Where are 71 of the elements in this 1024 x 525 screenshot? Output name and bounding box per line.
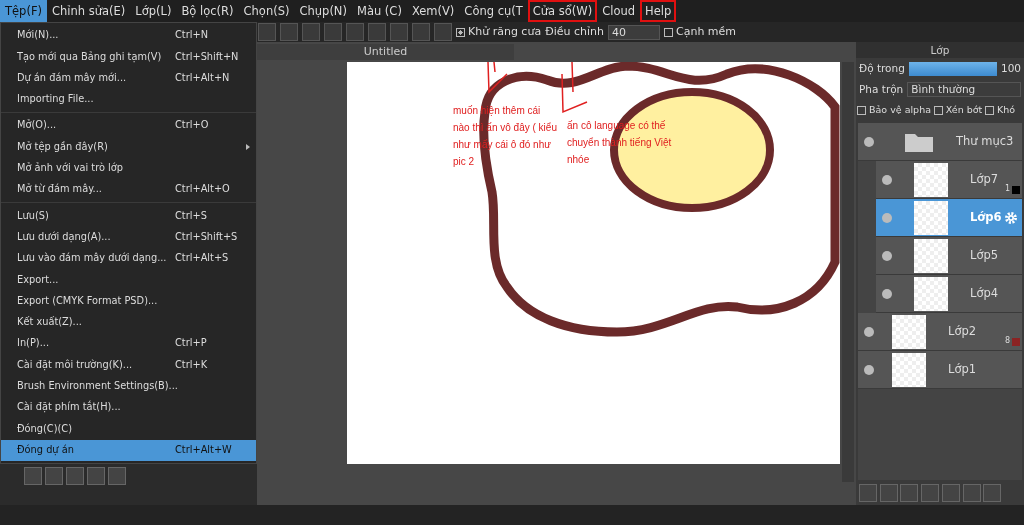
layer-name: Lớp5 xyxy=(970,246,999,264)
menu-item[interactable]: Công cụ(T xyxy=(459,0,528,22)
menu-item[interactable]: Mở(O)... Ctrl+O xyxy=(1,115,256,137)
layer-name: Lớp4 xyxy=(970,284,999,302)
checkbox-label: Bảo vệ alpha xyxy=(869,103,931,118)
layer-row[interactable]: Lớp1 xyxy=(858,351,1022,389)
shortcut-text: Ctrl+S xyxy=(175,208,207,223)
menu-item[interactable]: Help xyxy=(640,0,677,22)
blend-label: Pha trộn xyxy=(859,81,904,98)
layer-row[interactable]: Lớp7 1 xyxy=(876,161,1022,199)
menu-item[interactable]: Mở từ đám mây... Ctrl+Alt+O xyxy=(1,179,256,201)
menu-item[interactable]: Màu (C) xyxy=(351,0,407,22)
opacity-reading: 100 xyxy=(1000,60,1021,76)
shortcut-text: Ctrl+Alt+S xyxy=(175,251,229,266)
shortcut-text: Ctrl+K xyxy=(175,357,208,372)
layer-row[interactable]: Lớp2 8 xyxy=(858,313,1022,351)
document-tab[interactable]: Untitled xyxy=(257,44,514,60)
shortcut-text: Ctrl+N xyxy=(175,28,208,43)
layer-row[interactable]: Lớp4 xyxy=(876,275,1022,313)
menu-item[interactable]: In(P)... Ctrl+P xyxy=(1,333,256,355)
layer-count: 1 xyxy=(1004,183,1010,195)
menu-item[interactable]: Chỉnh sửa(E) xyxy=(47,0,131,22)
menu-item[interactable]: Cài đặt môi trường(K)... Ctrl+K xyxy=(1,354,256,376)
adjust-dropdown[interactable]: 40 xyxy=(608,24,660,40)
checkbox-label: Xén bớt xyxy=(945,103,983,118)
layer-count: 8 xyxy=(1004,335,1010,347)
menu-item[interactable]: Mở tệp gần đây(R) xyxy=(1,136,256,158)
checkbox-label: Khử răng cưa xyxy=(468,23,542,40)
layer-row[interactable]: Thư mục3 xyxy=(858,123,1022,161)
shortcut-text: Ctrl+Alt+W xyxy=(175,442,232,457)
menu-item[interactable]: Cài đặt phím tắt(H)... xyxy=(1,397,256,419)
layer-name: Thư mục3 xyxy=(956,132,1014,150)
shortcut-text: Ctrl+Shift+S xyxy=(175,229,238,244)
menu-item[interactable]: Chọn(S) xyxy=(238,0,295,22)
menu-item[interactable]: Đóng dự án Ctrl+Alt+W xyxy=(1,439,256,461)
menu-item[interactable]: Export (CMYK Format PSD)... xyxy=(1,290,256,312)
shortcut-text: Ctrl+O xyxy=(175,118,209,133)
menu-item[interactable]: Cửa sổ(W) xyxy=(527,0,598,22)
layer-row[interactable]: Lớp5 xyxy=(876,237,1022,275)
menu-item[interactable]: Cloud xyxy=(597,0,641,22)
menu-item[interactable]: Lớp(L) xyxy=(130,0,177,22)
blend-dropdown[interactable]: Bình thường xyxy=(907,82,1021,97)
panel-title: Lớp xyxy=(856,42,1024,58)
menu-item[interactable]: Brush Environment Settings(B)... xyxy=(1,375,256,398)
menu-item[interactable]: Tạo mới qua Bảng ghi tạm(V) Ctrl+Shift+N xyxy=(1,46,256,68)
menu-item[interactable]: Dự án đám mây mới... Ctrl+Alt+N xyxy=(1,67,256,89)
shortcut-text: Ctrl+Shift+N xyxy=(175,49,239,64)
menu-item[interactable]: Mở ảnh với vai trò lớp xyxy=(1,157,256,180)
menu-item[interactable]: Xem(V) xyxy=(406,0,460,22)
shortcut-text: Ctrl+P xyxy=(175,336,207,351)
menu-item[interactable]: Importing File... xyxy=(1,88,256,111)
menu-item[interactable]: Export... xyxy=(1,269,256,291)
layer-name: Lớp6 xyxy=(970,208,1002,226)
menu-item[interactable]: Lưu dưới dạng(A)... Ctrl+Shift+S xyxy=(1,226,256,248)
shortcut-text: Ctrl+Alt+O xyxy=(175,182,230,197)
menu-item[interactable]: Tệp(F) xyxy=(0,0,47,22)
menu-item[interactable]: Kết xuất(Z)... xyxy=(1,311,256,334)
layer-name: Lớp2 xyxy=(948,322,977,340)
menu-item[interactable]: Bộ lọc(R) xyxy=(176,0,239,22)
menu-item[interactable]: Đóng(C)(C) xyxy=(1,418,256,440)
layer-name: Lớp7 xyxy=(970,170,999,188)
menu-item[interactable]: Lưu(S) Ctrl+S xyxy=(1,205,256,227)
menu-item[interactable]: Lưu vào đám mây dưới dạng... Ctrl+Alt+S xyxy=(1,247,256,270)
layer-name: Lớp1 xyxy=(948,360,977,378)
shortcut-text: Ctrl+Alt+N xyxy=(175,70,230,85)
checkbox-label: Cạnh mềm xyxy=(676,23,737,40)
menu-item[interactable]: Mới(N)... Ctrl+N xyxy=(1,25,256,47)
checkbox-label: Khó xyxy=(997,103,1016,118)
opacity-label: Độ trong xyxy=(859,60,905,77)
menu-item[interactable]: Chụp(N) xyxy=(294,0,352,22)
adjust-label: Điều chỉnh xyxy=(545,23,604,40)
